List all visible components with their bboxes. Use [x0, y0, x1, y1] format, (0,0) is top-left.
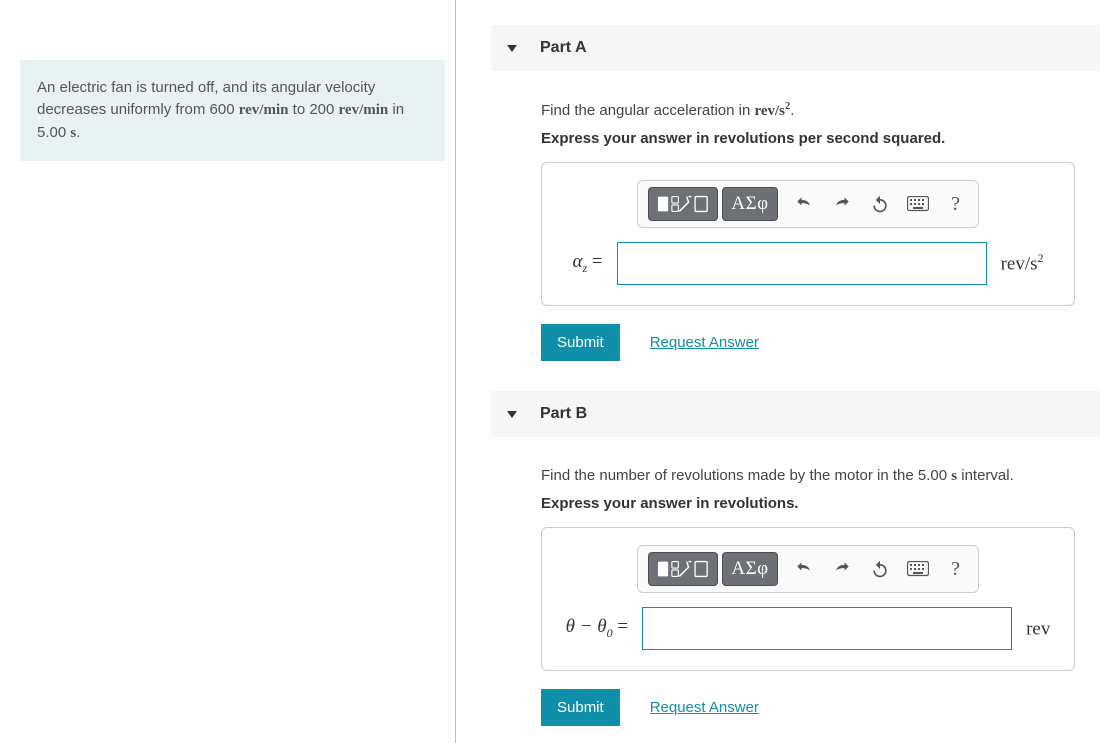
redo-icon[interactable] [830, 557, 854, 581]
help-icon[interactable]: ? [944, 192, 968, 216]
redo-icon[interactable] [830, 192, 854, 216]
part-a-request-answer-link[interactable]: Request Answer [650, 334, 759, 351]
help-icon[interactable]: ? [944, 557, 968, 581]
undo-icon[interactable] [792, 192, 816, 216]
keyboard-icon[interactable] [906, 192, 930, 216]
caret-down-icon [506, 408, 518, 420]
greek-button[interactable]: ΑΣφ [722, 187, 777, 221]
problem-statement: An electric fan is turned off, and its a… [20, 60, 445, 161]
part-b-title: Part B [540, 405, 587, 423]
undo-icon[interactable] [792, 557, 816, 581]
caret-down-icon [506, 42, 518, 54]
part-b-prompt: Find the number of revolutions made by t… [541, 467, 1075, 485]
part-a-instruction: Express your answer in revolutions per s… [541, 130, 1075, 147]
reset-icon[interactable] [868, 557, 892, 581]
part-a-variable: αz = [572, 251, 602, 276]
problem-text-4: . [76, 124, 80, 141]
part-a-submit-button[interactable]: Submit [541, 324, 620, 361]
part-a-prompt: Find the angular acceleration in rev/s2. [541, 101, 1075, 120]
part-a-answer-panel: ΑΣφ ? [541, 162, 1075, 306]
equation-toolbar: ΑΣφ ? [637, 180, 978, 228]
part-a-header[interactable]: Part A [491, 25, 1100, 71]
greek-button[interactable]: ΑΣφ [722, 552, 777, 586]
part-b-answer-panel: ΑΣφ ? [541, 527, 1075, 671]
part-a-title: Part A [540, 39, 587, 57]
templates-button[interactable] [648, 187, 718, 221]
part-b-unit: rev [1026, 616, 1050, 640]
templates-button[interactable] [648, 552, 718, 586]
part-b-variable: θ − θ0 = [566, 616, 628, 641]
problem-unit-2: rev/min [339, 102, 389, 118]
reset-icon[interactable] [868, 192, 892, 216]
part-a-input[interactable] [617, 242, 987, 285]
part-b-input[interactable] [642, 607, 1012, 650]
part-b-instruction: Express your answer in revolutions. [541, 495, 1075, 512]
problem-text-2: to 200 [288, 101, 338, 118]
problem-unit-1: rev/min [239, 102, 289, 118]
keyboard-icon[interactable] [906, 557, 930, 581]
equation-toolbar: ΑΣφ ? [637, 545, 978, 593]
part-b-request-answer-link[interactable]: Request Answer [650, 699, 759, 716]
part-b-submit-button[interactable]: Submit [541, 689, 620, 726]
part-a-unit: rev/s2 [1001, 251, 1044, 275]
part-b-header[interactable]: Part B [491, 391, 1100, 437]
